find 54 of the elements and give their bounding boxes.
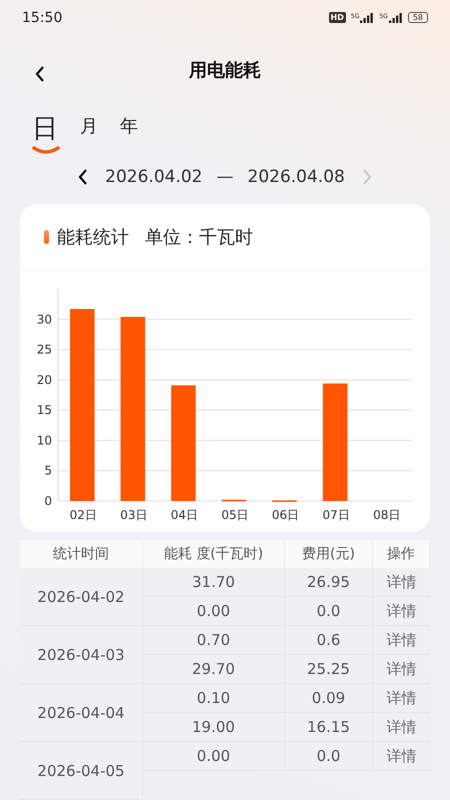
energy-cell: 0.10 [143, 684, 285, 714]
column-header: 费用(元) [285, 540, 373, 568]
axis-label: 07日 [322, 508, 350, 522]
axis-label: 03日 [120, 508, 148, 522]
axis-label: 10 [36, 433, 52, 448]
date-cell: 2026-04-03 [20, 626, 143, 684]
axis-label: 0 [44, 494, 52, 508]
range-separator: — [216, 167, 234, 188]
status-time: 15:50 [22, 10, 62, 26]
signal-icon [360, 12, 374, 23]
title-marker-icon [44, 230, 49, 244]
cost-cell: 25.25 [285, 655, 373, 684]
cost-cell: 0.0 [285, 742, 373, 772]
date-cell: 2026-04-04 [20, 684, 143, 742]
hd-badge: HD [328, 12, 346, 24]
start-date: 2026.04.02 [105, 167, 202, 188]
energy-cell: 29.70 [143, 655, 285, 684]
chevron-right-icon [362, 169, 372, 186]
energy-cell: 0.00 [143, 597, 285, 626]
unit-label: 单位：千瓦时 [145, 226, 253, 249]
period-tab[interactable]: 月 [80, 118, 98, 146]
cost-cell: 26.95 [285, 568, 373, 598]
battery-level: 58 [408, 12, 428, 24]
cost-cell: 0.09 [285, 684, 373, 714]
axis-label: 06日 [272, 508, 300, 522]
axis-label: 25 [36, 342, 52, 356]
cost-cell: 0.6 [285, 626, 373, 656]
back-icon [35, 66, 45, 82]
axis-label: 05日 [221, 508, 249, 522]
column-header: 能耗 度(千瓦时) [143, 540, 285, 568]
column-header: 操作 [373, 540, 430, 568]
axis-label: 30 [36, 312, 52, 326]
signal-icon [388, 12, 403, 23]
card-title: 能耗统计 [57, 226, 129, 249]
energy-cell: 0.70 [143, 626, 285, 656]
date-cell: 2026-04-02 [20, 568, 143, 626]
date-cell: 2026-04-05 [20, 742, 143, 800]
period-tab[interactable]: 日 [32, 116, 58, 154]
column-header: 统计时间 [20, 540, 143, 568]
axis-label: 5 [44, 464, 52, 478]
energy-cell: 31.70 [143, 568, 285, 598]
chevron-left-icon [78, 169, 88, 186]
cost-cell: 0.0 [285, 597, 373, 626]
axis-label: 02日 [70, 508, 97, 522]
cost-cell: 16.15 [285, 713, 373, 742]
axis-label: 15 [36, 402, 52, 417]
axis-label: 20 [36, 372, 52, 387]
energy-cell: 19.00 [143, 713, 285, 742]
period-tab[interactable]: 年 [120, 118, 138, 146]
energy-cell: 0.00 [143, 742, 285, 772]
axis-label: 04日 [170, 508, 198, 522]
axis-label: 08日 [373, 508, 400, 522]
end-date: 2026.04.08 [248, 167, 345, 188]
page-title: 用电能耗 [189, 58, 261, 82]
